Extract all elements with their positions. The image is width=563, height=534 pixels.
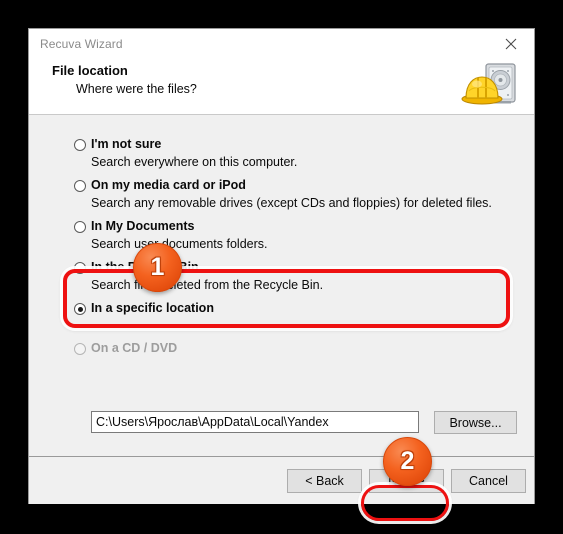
option-label: In the Recycle Bin: [91, 260, 199, 274]
close-icon: [505, 38, 517, 50]
wizard-footer: < Back Next > Cancel: [29, 456, 534, 504]
page-subtitle: Where were the files?: [76, 82, 197, 96]
radio-cd-dvd: [74, 343, 86, 355]
back-button[interactable]: < Back: [287, 469, 362, 493]
wizard-header: File location Where were the files?: [29, 59, 534, 115]
radio-media-card-ipod[interactable]: [74, 180, 86, 192]
cancel-button[interactable]: Cancel: [451, 469, 526, 493]
option-description: Search user documents folders.: [91, 237, 268, 251]
wizard-body: I'm not sure Search everywhere on this c…: [29, 115, 534, 483]
recuva-wizard-window: Recuva Wizard File location Where were t…: [28, 28, 535, 504]
next-button[interactable]: Next >: [369, 469, 444, 493]
titlebar: Recuva Wizard: [29, 29, 534, 59]
option-label: In a specific location: [91, 301, 214, 315]
option-description: Search files deleted from the Recycle Bi…: [91, 278, 324, 292]
radio-recycle-bin[interactable]: [74, 262, 86, 274]
page-title: File location: [52, 63, 128, 78]
location-path-input[interactable]: [91, 411, 419, 433]
option-label: In My Documents: [91, 219, 195, 233]
radio-specific-location[interactable]: [74, 303, 86, 315]
screen: Recuva Wizard File location Where were t…: [0, 0, 563, 534]
window-title: Recuva Wizard: [40, 37, 123, 51]
option-description: Search any removable drives (except CDs …: [91, 196, 492, 210]
browse-button[interactable]: Browse...: [434, 411, 517, 434]
radio-my-documents[interactable]: [74, 221, 86, 233]
location-path-row: Browse...: [91, 411, 531, 434]
recuva-hardhat-harddrive-icon: [460, 61, 520, 111]
option-description: Search everywhere on this computer.: [91, 155, 298, 169]
option-label: I'm not sure: [91, 137, 162, 151]
option-label: On my media card or iPod: [91, 178, 246, 192]
close-button[interactable]: [488, 29, 534, 59]
option-label: On a CD / DVD: [91, 341, 178, 355]
radio-im-not-sure[interactable]: [74, 139, 86, 151]
